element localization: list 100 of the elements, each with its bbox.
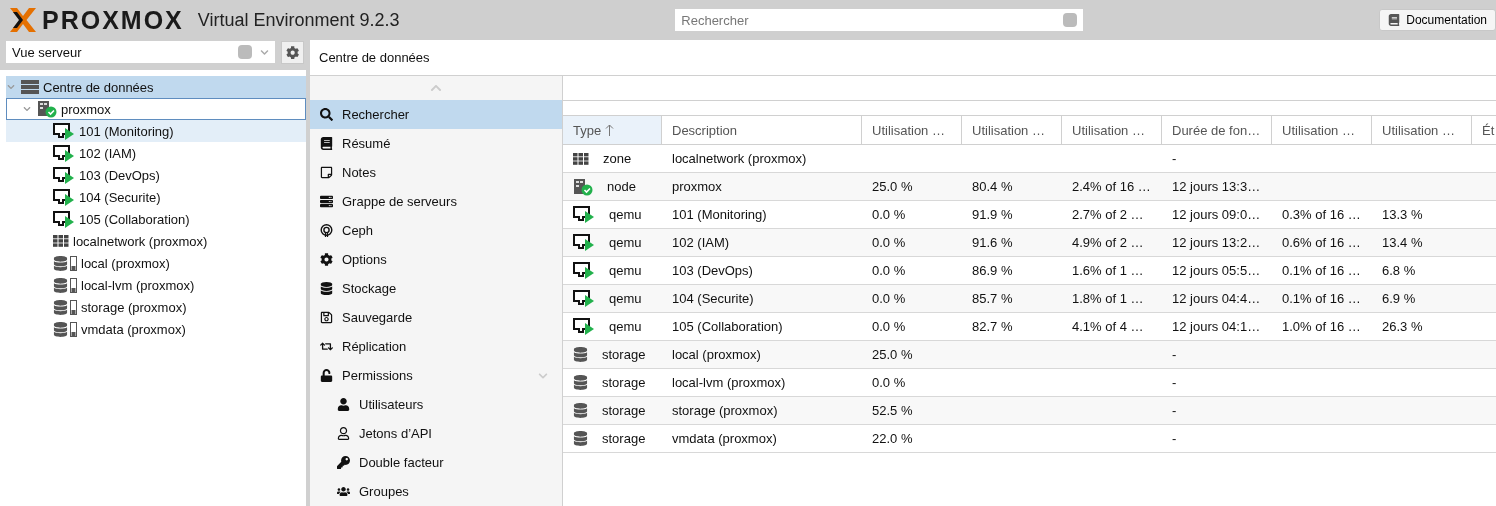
table-cell-text: 1.6% of 1 … <box>1071 262 1145 280</box>
documentation-button[interactable]: Documentation <box>1379 9 1496 31</box>
panel-title: Centre de données <box>319 50 430 65</box>
menu-item[interactable]: Stockage <box>310 274 562 303</box>
scroll-up-icon[interactable] <box>430 82 442 94</box>
tree-item[interactable]: local-lvm (proxmox) <box>6 274 306 296</box>
table-cell-text: 2.4% of 16 … <box>1071 178 1152 196</box>
menu-item[interactable]: Groupes <box>310 477 562 506</box>
table-cell-text: - <box>1171 402 1178 420</box>
table-cell-text: 6.9 % <box>1381 290 1417 308</box>
type-label: qemu <box>609 263 642 278</box>
database-icon <box>573 403 588 418</box>
tree-item[interactable]: vmdata (proxmox) <box>6 318 306 340</box>
menu-item[interactable]: Double facteur <box>310 448 562 477</box>
usage-gauge-icon <box>70 321 77 337</box>
menu-item[interactable]: Réplication <box>310 332 562 361</box>
expand-caret-icon[interactable] <box>538 370 548 381</box>
tree-item-label: local-lvm (proxmox) <box>81 277 195 293</box>
vm-running-icon <box>53 122 75 140</box>
menu-icon <box>320 282 333 295</box>
menu-item[interactable]: Jetons d’API <box>310 419 562 448</box>
database-icon <box>53 321 68 337</box>
grid-icon <box>573 152 589 165</box>
table-cell-text: 102 (IAM) <box>671 234 731 252</box>
table-cell-text: 0.6% of 16 … <box>1281 234 1362 252</box>
tree-item-label: 101 (Monitoring) <box>79 123 174 139</box>
tree-item-label: Centre de données <box>43 79 154 95</box>
type-label: qemu <box>609 207 642 222</box>
vm-running-icon <box>573 262 595 279</box>
ceph-icon <box>320 224 333 237</box>
tree-item[interactable]: 104 (Securite) <box>6 186 306 208</box>
menu-item[interactable]: Résumé <box>310 129 562 158</box>
table-cell-text: - <box>1171 346 1178 364</box>
expand-caret-icon[interactable] <box>7 83 15 91</box>
usage-gauge-icon <box>70 255 77 271</box>
book-icon <box>1388 14 1401 26</box>
table-cell-text: 0.0 % <box>871 262 907 280</box>
table-cell-text: 85.7 % <box>971 290 1014 308</box>
database-icon <box>573 431 588 446</box>
menu-item[interactable]: Permissions <box>310 361 562 390</box>
type-label: storage <box>602 375 646 390</box>
tree-item-label: proxmox <box>61 101 111 117</box>
settings-icon <box>285 45 300 60</box>
table-cell-text: 13.3 % <box>1381 206 1424 224</box>
menu-item[interactable]: Utilisateurs <box>310 390 562 419</box>
menu-item[interactable]: Ceph <box>310 216 562 245</box>
tree-item[interactable]: 103 (DevOps) <box>6 164 306 186</box>
tree-item-label: 103 (DevOps) <box>79 167 160 183</box>
table-cell-text: 0.0 % <box>871 290 907 308</box>
column-header[interactable]: Type <box>563 116 662 144</box>
search-field[interactable]: Rechercher <box>675 9 1084 31</box>
vm-running-icon <box>53 166 75 184</box>
tree-item-label: local (proxmox) <box>81 255 170 271</box>
table-cell-text: 0.1% of 16 … <box>1281 290 1362 308</box>
tree-item-label: 104 (Securite) <box>79 189 161 205</box>
vm-running-icon <box>573 234 595 251</box>
tree-item[interactable]: 101 (Monitoring) <box>6 120 306 142</box>
table-cell-text: 0.1% of 16 … <box>1281 262 1362 280</box>
type-label: node <box>607 179 636 194</box>
menu-item[interactable]: Grappe de serveurs <box>310 187 562 216</box>
table-cell-text: 86.9 % <box>971 262 1014 280</box>
table-cell-text: - <box>1171 150 1178 168</box>
menu-item[interactable]: Sauvegarde <box>310 303 562 332</box>
table-cell-text: 12 jours 13:3… <box>1171 178 1262 196</box>
tree-item[interactable]: localnetwork (proxmox) <box>6 230 306 252</box>
tree-item[interactable]: Centre de données <box>6 76 306 98</box>
table-cell-text: local (proxmox) <box>671 346 762 364</box>
table-cell-text: 82.7 % <box>971 318 1014 336</box>
table-cell-text: 12 jours 04:4… <box>1171 290 1262 308</box>
table-cell-text: 101 (Monitoring) <box>671 206 768 224</box>
tree-item-label: 102 (IAM) <box>79 145 137 161</box>
table-cell-text: 104 (Securite) <box>671 290 755 308</box>
tree-item[interactable]: storage (proxmox) <box>6 296 306 318</box>
database-icon <box>53 277 68 293</box>
table-cell-text: 12 jours 13:2… <box>1171 234 1262 252</box>
shortcut-icon <box>238 45 252 59</box>
table-cell-text: 52.5 % <box>871 402 914 420</box>
type-label: zone <box>603 151 632 166</box>
vm-running-icon <box>53 188 75 206</box>
menu-item[interactable]: Options <box>310 245 562 274</box>
table-cell-text: 0.0 % <box>871 234 907 252</box>
dropdown-caret-icon <box>260 47 269 57</box>
database-icon <box>573 375 588 390</box>
menu-icon <box>337 485 350 498</box>
table-cell-text: 2.7% of 2 … <box>1071 206 1145 224</box>
type-label: storage <box>602 431 646 446</box>
table-cell-text: 103 (DevOps) <box>671 262 754 280</box>
type-label: qemu <box>609 319 642 334</box>
expand-caret-icon[interactable] <box>23 105 31 113</box>
menu-item[interactable]: Rechercher <box>310 100 562 129</box>
tree-item[interactable]: local (proxmox) <box>6 252 306 274</box>
settings-button[interactable] <box>281 41 304 64</box>
type-label: qemu <box>609 235 642 250</box>
tree-item[interactable]: proxmox <box>6 98 306 120</box>
tree-item[interactable]: 105 (Collaboration) <box>6 208 306 230</box>
tree-item[interactable]: 102 (IAM) <box>6 142 306 164</box>
table-cell-text: proxmox <box>671 178 723 196</box>
menu-icon <box>320 311 333 324</box>
view-select[interactable]: Vue serveur <box>6 41 275 63</box>
menu-item[interactable]: Notes <box>310 158 562 187</box>
